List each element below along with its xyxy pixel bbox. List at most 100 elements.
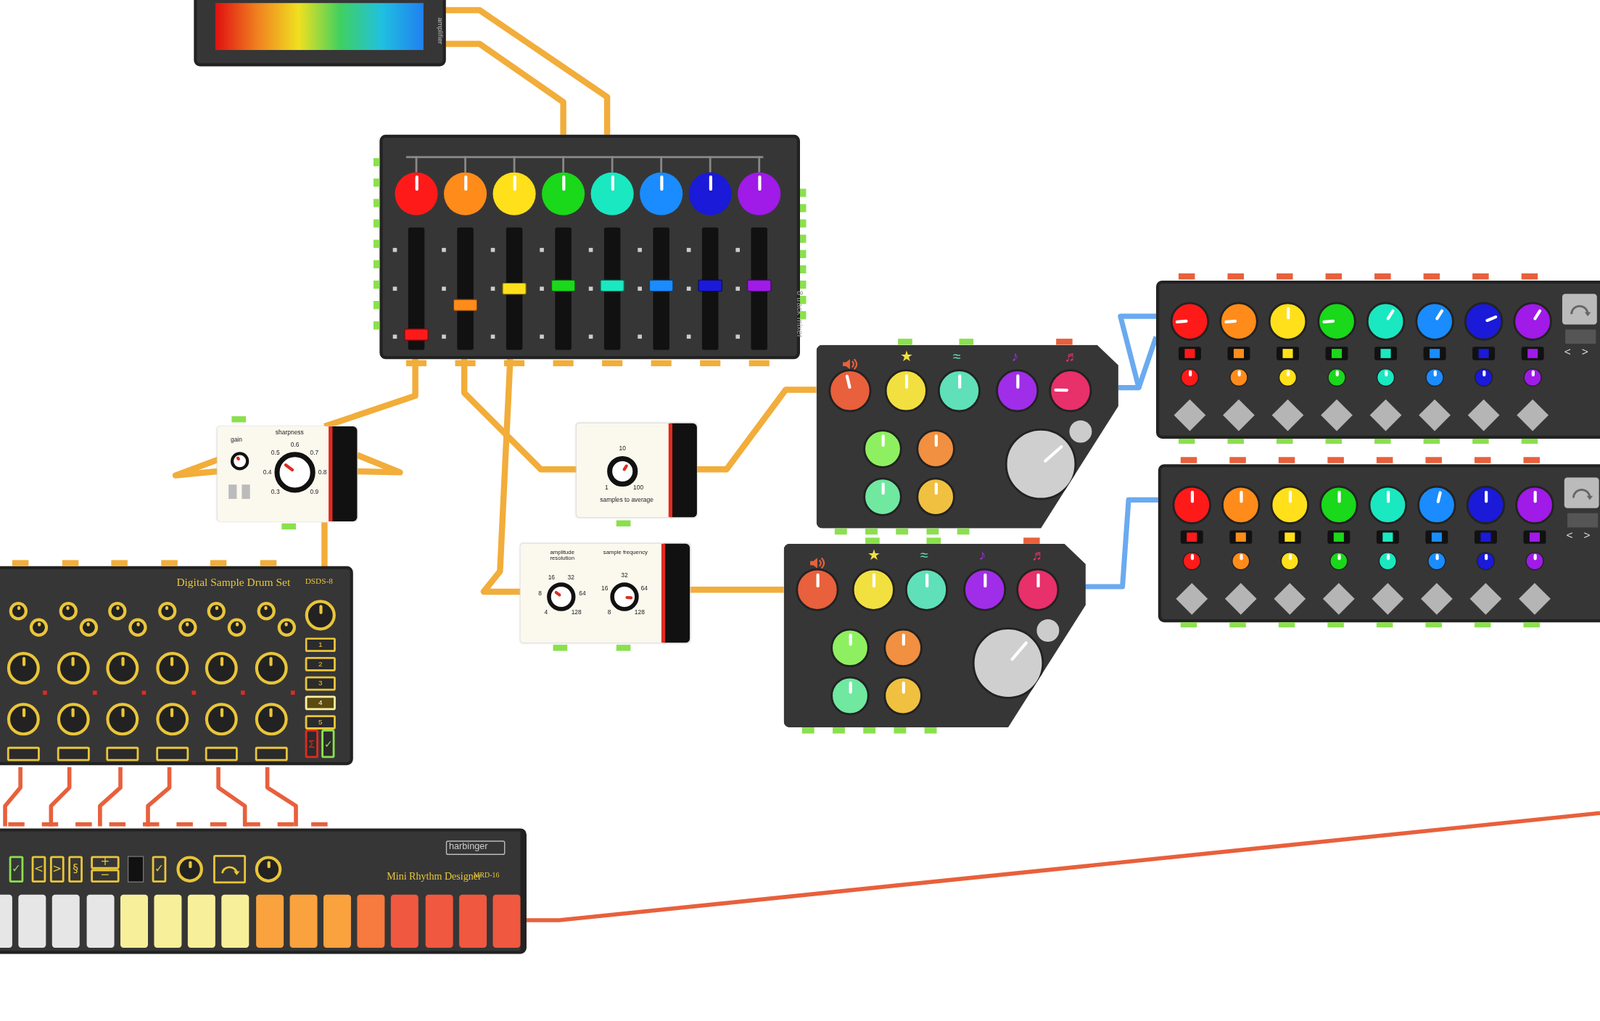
cable[interactable] [525,813,1600,921]
cable[interactable] [464,359,577,470]
step-toggle[interactable] [1178,346,1202,360]
knob[interactable] [591,172,634,216]
step-pad[interactable] [1470,583,1503,616]
cable[interactable] [483,359,521,592]
knob[interactable] [1278,368,1297,387]
knob[interactable] [1327,368,1346,387]
knob[interactable] [7,652,40,685]
step-key[interactable] [153,895,182,948]
switch[interactable] [228,484,237,500]
step-pad[interactable] [1175,583,1208,616]
step-pad[interactable] [1518,583,1551,616]
step-toggle[interactable] [1227,346,1250,360]
step-key[interactable] [256,895,284,948]
step-pad[interactable] [1225,583,1257,616]
step-pad[interactable] [1322,583,1355,616]
knob[interactable] [205,702,238,736]
sequencer-menu[interactable] [1564,477,1600,508]
cable[interactable] [1138,336,1157,388]
knob[interactable] [863,429,902,468]
knob[interactable] [128,618,147,637]
knob[interactable] [1048,369,1092,412]
knob[interactable] [108,601,127,621]
step-key[interactable] [221,895,250,948]
knob[interactable] [1427,551,1446,571]
step-key[interactable] [289,895,317,948]
knob[interactable] [1005,428,1077,500]
knob[interactable] [1329,551,1348,571]
knob[interactable] [105,702,139,736]
knob[interactable] [305,599,336,631]
knob[interactable] [884,369,928,412]
knob[interactable] [863,477,902,516]
fader-handle[interactable] [453,298,478,312]
knob[interactable] [963,568,1006,612]
control-button[interactable]: ✓ [9,855,24,883]
cable[interactable] [147,767,170,827]
step-key[interactable] [323,895,352,948]
knob[interactable] [1280,551,1300,571]
step-pad[interactable] [1420,583,1453,616]
cable[interactable] [356,454,400,473]
knob[interactable] [1231,551,1250,571]
knob[interactable] [609,582,639,611]
knob[interactable] [1415,301,1454,341]
knob[interactable] [443,172,487,216]
bank-button[interactable]: 2 [305,657,336,672]
knob[interactable] [607,456,638,487]
step-key[interactable] [0,895,13,948]
knob[interactable] [937,369,981,412]
bank-button[interactable]: 1 [305,637,336,653]
bitcrusher-module[interactable]: amplitude resolution48163264128sample fr… [520,543,691,643]
sequencer-module[interactable]: <> [1156,280,1600,439]
step-toggle[interactable] [1327,530,1350,544]
knob[interactable] [394,172,438,216]
knob[interactable] [883,628,922,668]
fader-handle[interactable] [551,279,576,292]
knob[interactable] [230,451,249,470]
cable[interactable] [446,43,564,135]
control-button[interactable]: > [50,855,65,883]
trigger-button[interactable] [105,747,139,762]
cable[interactable] [689,586,784,593]
trigger-button[interactable] [56,747,90,762]
step-pad[interactable] [1516,399,1549,432]
fader-handle[interactable] [501,282,527,296]
distortion-module[interactable]: gainsharpness0.30.40.50.60.70.80.9 [217,426,358,522]
step-key[interactable] [493,895,521,948]
knob[interactable] [155,652,189,685]
step-toggle[interactable] [1229,530,1252,544]
step-toggle[interactable] [1521,346,1545,360]
step-toggle[interactable] [1472,346,1495,360]
fader-handle[interactable] [747,279,772,292]
knob[interactable] [1170,301,1210,341]
knob[interactable] [1425,368,1444,387]
knob[interactable] [1378,551,1397,571]
knob[interactable] [157,601,176,621]
loop-button[interactable] [213,855,246,884]
knob[interactable] [541,172,585,216]
cable[interactable] [1118,316,1157,388]
knob[interactable] [1229,368,1248,387]
knob[interactable] [639,172,683,216]
cable[interactable] [50,767,69,827]
knob[interactable] [852,568,896,612]
step-toggle[interactable] [1425,530,1448,544]
knob[interactable] [1525,551,1544,571]
knob[interactable] [256,601,275,621]
step-pad[interactable] [1272,399,1305,432]
knob[interactable] [1268,301,1307,341]
step-pad[interactable] [1320,399,1353,432]
knob[interactable] [830,628,869,668]
cable[interactable] [218,767,246,827]
knob[interactable] [1512,301,1552,341]
cable[interactable] [697,389,817,470]
rhythm-designer-module[interactable]: harbingerMini Rhythm DesignerMRD-16✓<>§+… [0,828,527,954]
synth-module[interactable]: ★≈♪♬ [816,345,1119,529]
step-key[interactable] [52,895,80,948]
knob[interactable] [255,855,283,883]
bank-button[interactable]: 3 [305,676,336,692]
cable[interactable] [100,767,121,827]
knob[interactable] [227,618,246,637]
control-button[interactable]: < [31,855,47,883]
